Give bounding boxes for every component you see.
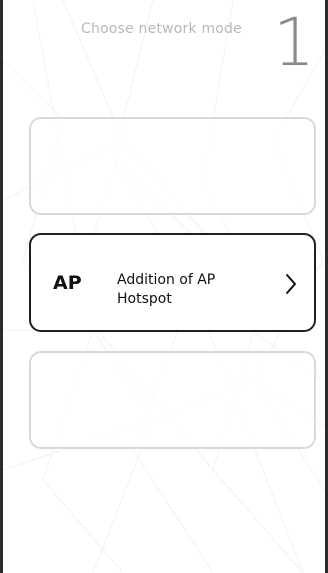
app-screen: Choose network mode 1 AP Addition of AP … [0,0,328,573]
network-mode-option-empty-1[interactable] [29,117,316,215]
page-title: Choose network mode [81,21,242,37]
option-code: AP [53,272,82,294]
option-label: Addition of AP Hotspot [117,272,216,307]
network-mode-option-empty-3[interactable] [29,351,316,449]
network-mode-option-ap[interactable]: AP Addition of AP Hotspot [29,233,316,332]
step-indicator: 1 [273,4,315,81]
chevron-right-icon [286,274,296,294]
header: Choose network mode 1 [3,0,325,90]
